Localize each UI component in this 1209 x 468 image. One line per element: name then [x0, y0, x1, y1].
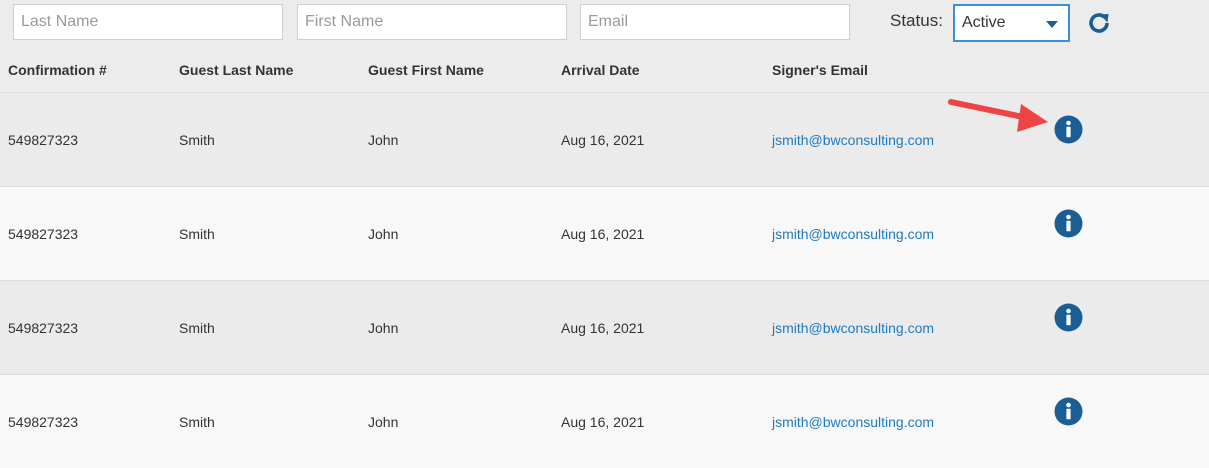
table-row: 549827323 Smith John Aug 16, 2021 jsmith…	[0, 186, 1209, 280]
signer-email-link[interactable]: jsmith@bwconsulting.com	[772, 226, 934, 242]
confirmation-cell: 549827323	[8, 320, 79, 336]
info-icon[interactable]	[1054, 303, 1083, 332]
arrival-date-cell: Aug 16, 2021	[561, 132, 645, 148]
confirmation-cell: 549827323	[8, 226, 79, 242]
guest-last-name-cell: Smith	[179, 414, 215, 430]
filter-bar: Status: Active	[0, 0, 1209, 50]
first-name-input[interactable]	[297, 4, 567, 40]
table-row: 549827323 Smith John Aug 16, 2021 jsmith…	[0, 280, 1209, 374]
red-arrow-icon	[948, 99, 1048, 132]
guest-last-name-cell: Smith	[179, 320, 215, 336]
table-header: Confirmation # Guest Last Name Guest Fir…	[0, 50, 1209, 92]
signer-email-link[interactable]: jsmith@bwconsulting.com	[772, 414, 934, 430]
guest-first-name-cell: John	[368, 414, 399, 430]
signer-email-link[interactable]: jsmith@bwconsulting.com	[772, 320, 934, 336]
refresh-icon[interactable]	[1086, 10, 1112, 36]
confirmation-cell: 549827323	[8, 414, 79, 430]
guest-last-name-cell: Smith	[179, 132, 215, 148]
arrival-date-cell: Aug 16, 2021	[561, 226, 645, 242]
column-header-confirmation[interactable]: Confirmation #	[8, 62, 107, 78]
guest-first-name-cell: John	[368, 132, 399, 148]
last-name-input[interactable]	[13, 4, 283, 40]
table-row: 549827323 Smith John Aug 16, 2021 jsmith…	[0, 374, 1209, 468]
status-select[interactable]: Active	[953, 4, 1070, 42]
column-header-arrival-date[interactable]: Arrival Date	[561, 62, 640, 78]
confirmation-cell: 549827323	[8, 132, 79, 148]
info-icon[interactable]	[1054, 209, 1083, 238]
guest-first-name-cell: John	[368, 226, 399, 242]
column-header-signer-email[interactable]: Signer's Email	[772, 62, 868, 78]
signer-email-link[interactable]: jsmith@bwconsulting.com	[772, 132, 934, 148]
status-selected-value: Active	[962, 14, 1006, 31]
table-body: 549827323 Smith John Aug 16, 2021 jsmith…	[0, 92, 1209, 468]
chevron-down-icon	[1046, 21, 1058, 28]
column-header-guest-last-name[interactable]: Guest Last Name	[179, 62, 293, 78]
status-label: Status:	[890, 11, 943, 30]
guest-first-name-cell: John	[368, 320, 399, 336]
email-input[interactable]	[580, 4, 850, 40]
arrival-date-cell: Aug 16, 2021	[561, 414, 645, 430]
arrival-date-cell: Aug 16, 2021	[561, 320, 645, 336]
column-header-guest-first-name[interactable]: Guest First Name	[368, 62, 484, 78]
guest-last-name-cell: Smith	[179, 226, 215, 242]
info-icon[interactable]	[1054, 397, 1083, 426]
